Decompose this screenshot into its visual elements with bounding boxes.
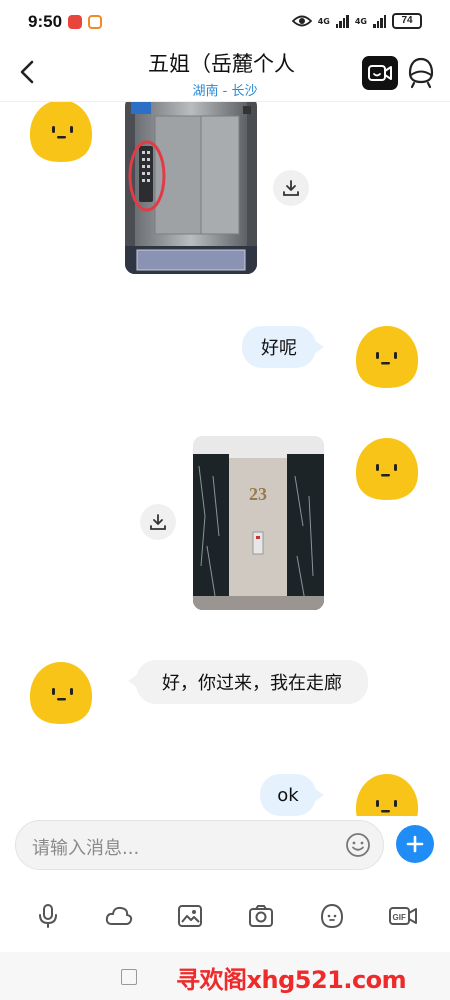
sticker-button[interactable]	[317, 901, 347, 931]
corridor-photo: 23	[193, 436, 324, 610]
camera-button[interactable]	[246, 901, 276, 931]
more-actions-button[interactable]	[396, 825, 434, 863]
profile-button[interactable]	[406, 56, 436, 90]
gif-icon: GIF	[388, 907, 417, 925]
chat-header: 五姐（岳麓个人 湖南 - 长沙	[0, 44, 450, 102]
video-call-button[interactable]	[362, 56, 398, 90]
signal-icon-1	[335, 14, 349, 28]
message-input-placeholder: 请输入消息...	[32, 838, 140, 859]
status-time: 9:50	[28, 12, 63, 31]
network-label-2: 4G	[354, 16, 367, 26]
emoji-icon	[320, 903, 343, 929]
emoji-icon[interactable]	[345, 832, 371, 858]
gallery-button[interactable]	[175, 901, 205, 931]
message-list[interactable]: 好呢 23 好，你过来，我在走廊 ok	[0, 102, 450, 816]
status-indicators: 4G 4G 74	[291, 13, 422, 29]
contact-avatar[interactable]	[26, 660, 96, 726]
system-navigation-bar: 寻欢阁xhg521.com	[0, 952, 450, 1000]
sent-message-bubble[interactable]: 好呢	[242, 326, 324, 368]
recent-apps-icon[interactable]	[121, 969, 137, 985]
user-avatar[interactable]	[352, 772, 422, 816]
cloud-icon	[105, 906, 132, 925]
sent-message-bubble[interactable]: ok	[260, 774, 324, 816]
notification-red-icon	[68, 15, 82, 29]
video-call-icon	[368, 65, 392, 81]
profile-icon	[408, 57, 434, 89]
cloud-button[interactable]	[104, 901, 134, 931]
download-icon	[150, 514, 166, 530]
svg-text:GIF: GIF	[392, 913, 405, 922]
contact-avatar[interactable]	[26, 102, 96, 164]
download-icon	[283, 180, 299, 196]
svg-text:23: 23	[249, 484, 267, 504]
sent-image-corridor[interactable]: 23	[193, 436, 324, 610]
received-image-elevator[interactable]	[125, 102, 257, 274]
image-icon	[177, 905, 202, 927]
user-avatar[interactable]	[352, 324, 422, 390]
received-message-bubble[interactable]: 好，你过来，我在走廊	[128, 660, 368, 704]
download-button[interactable]	[140, 504, 176, 540]
download-button[interactable]	[273, 170, 309, 206]
microphone-icon	[38, 904, 57, 928]
status-bar: 9:50 4G 4G 74	[0, 0, 450, 44]
user-avatar[interactable]	[352, 436, 422, 502]
battery-indicator: 74	[392, 13, 422, 29]
elevator-photo	[125, 102, 257, 274]
signal-icon-2	[373, 14, 386, 28]
plus-icon	[406, 835, 424, 853]
composer: 请输入消息...	[0, 816, 450, 876]
message-input[interactable]: 请输入消息...	[15, 820, 384, 870]
watermark: 寻欢阁xhg521.com	[176, 966, 407, 994]
notification-orange-icon	[88, 15, 102, 29]
eye-icon	[291, 15, 312, 27]
chat-title: 五姐（岳麓个人	[148, 52, 295, 76]
input-toolbar: GIF	[0, 888, 450, 944]
camera-icon	[248, 905, 273, 927]
voice-button[interactable]	[33, 901, 63, 931]
gif-button[interactable]: GIF	[388, 901, 418, 931]
network-label-1: 4G	[317, 16, 330, 26]
